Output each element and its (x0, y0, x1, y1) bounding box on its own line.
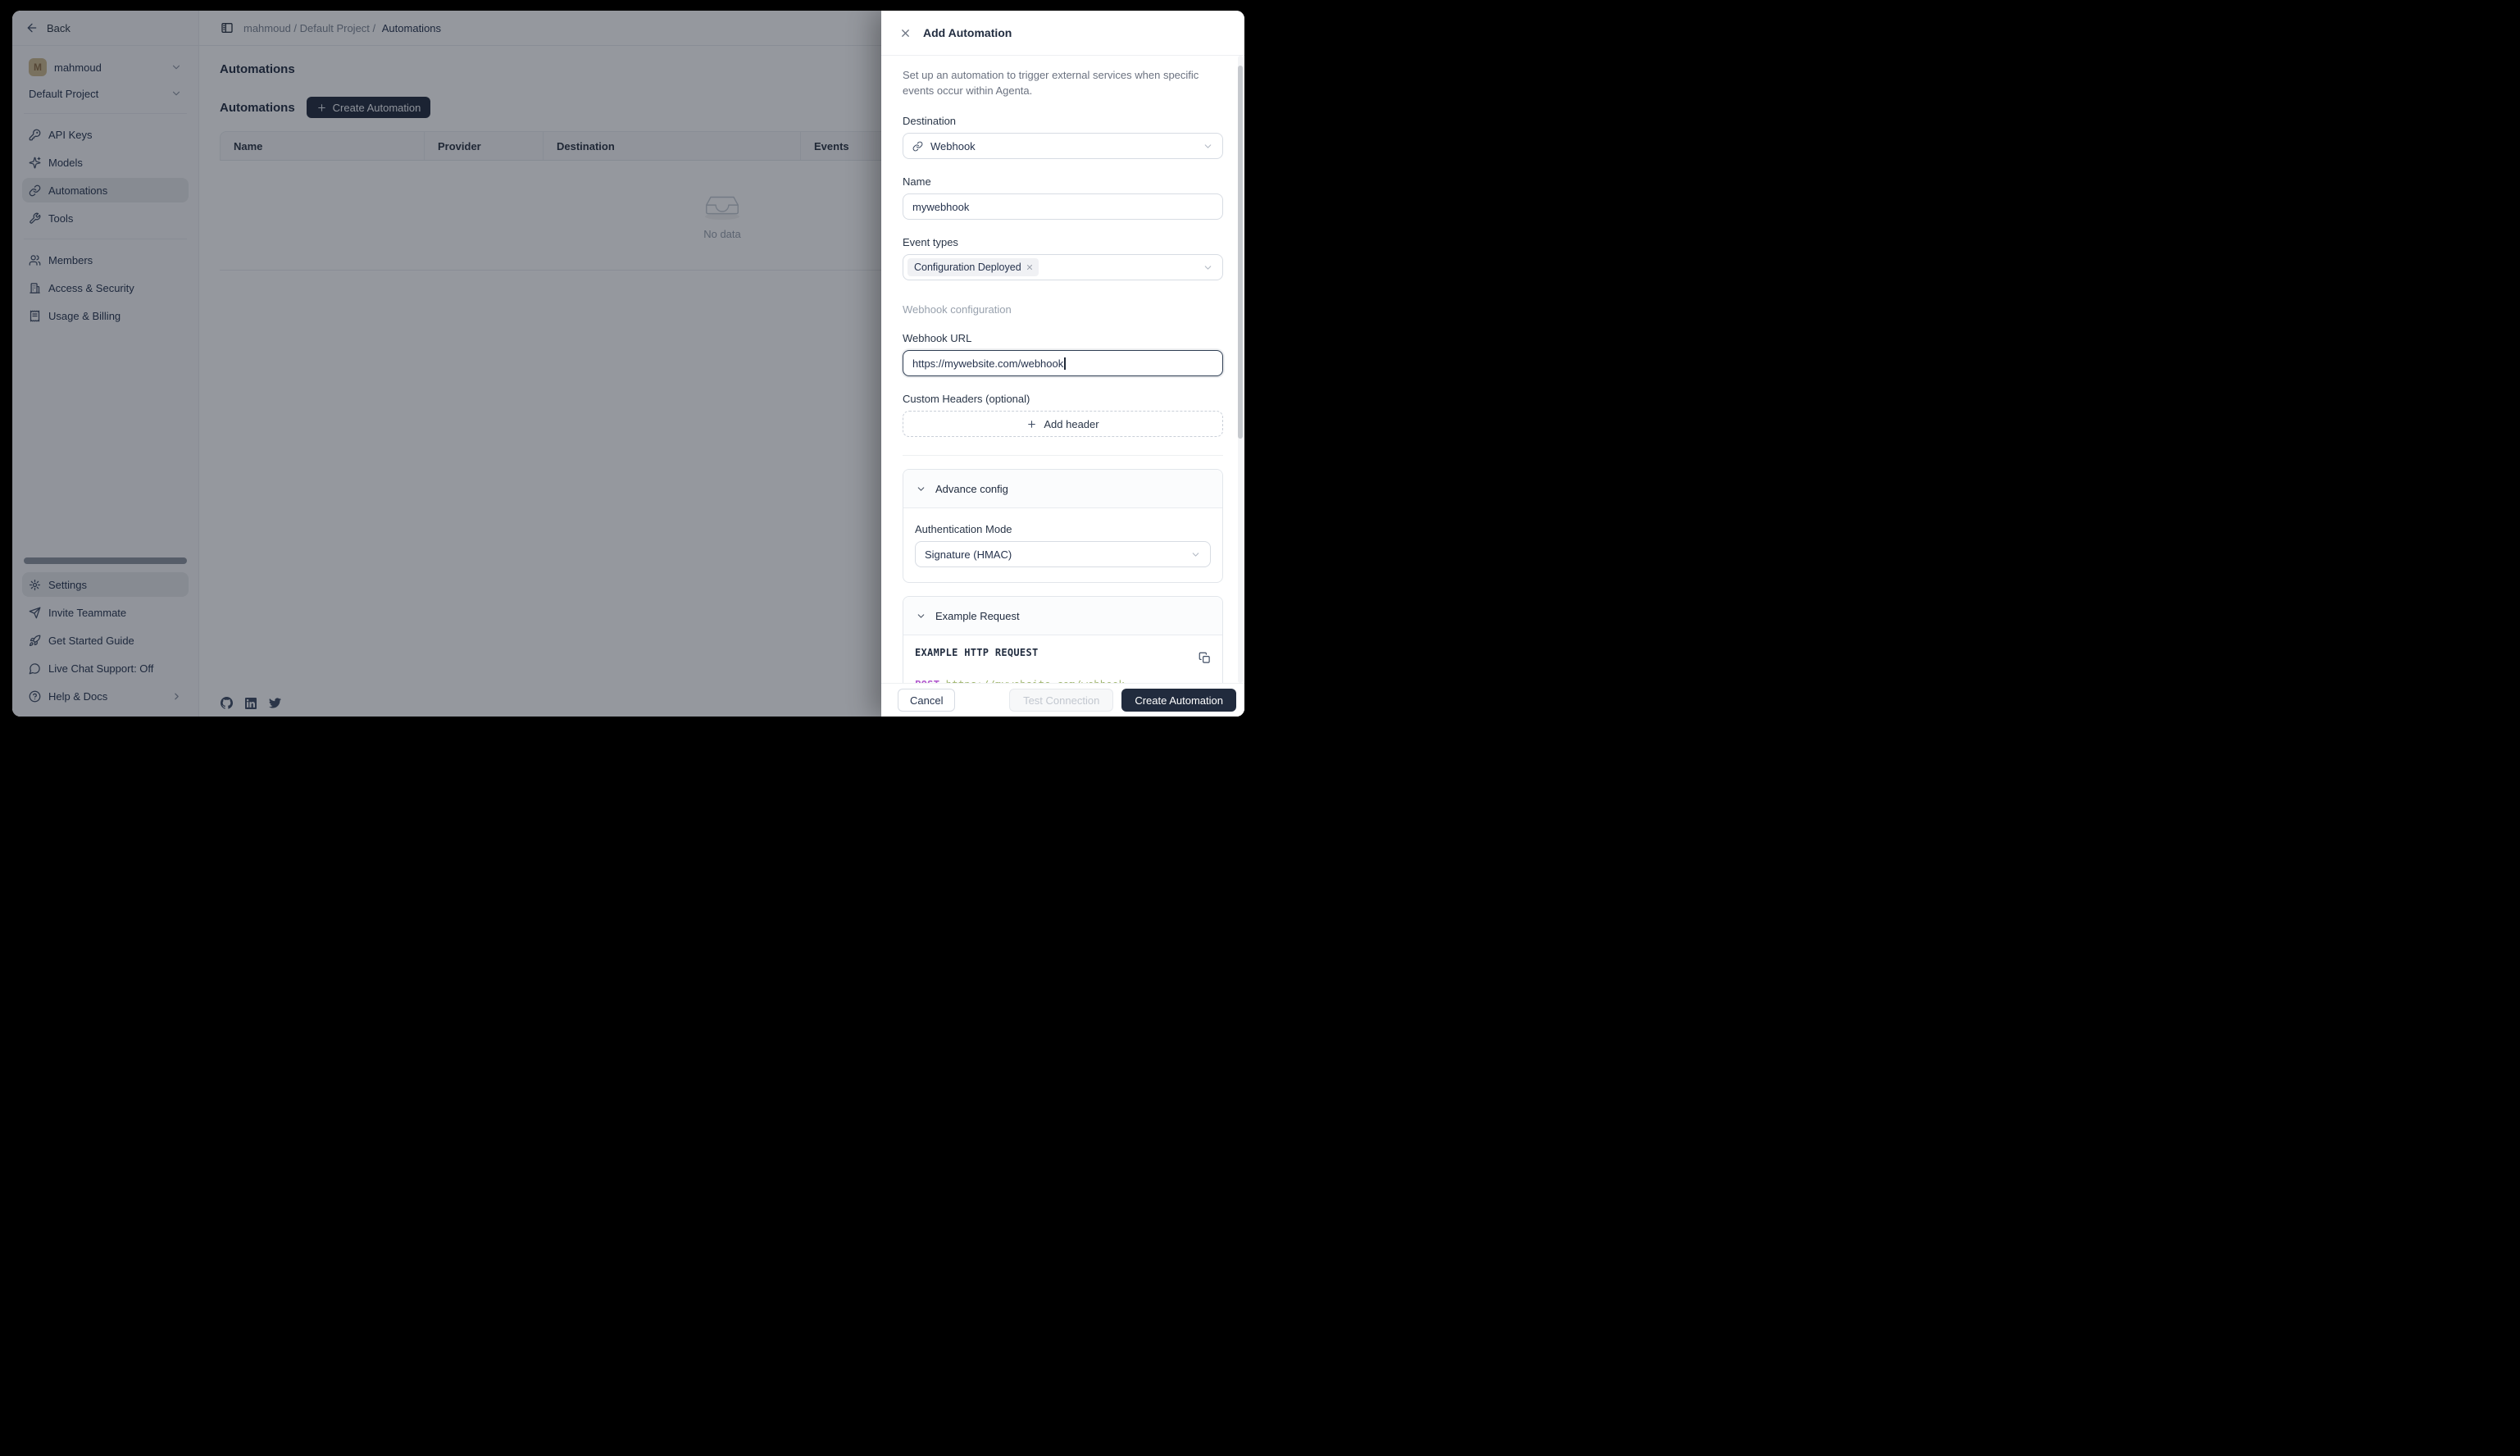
authentication-mode-value: Signature (HMAC) (925, 548, 1012, 561)
test-connection-button[interactable]: Test Connection (1009, 689, 1113, 712)
authentication-mode-label: Authentication Mode (915, 523, 1211, 535)
example-request-panel: Example Request EXAMPLE HTTP REQUEST POS… (903, 596, 1223, 683)
name-label: Name (903, 175, 1223, 188)
http-method: POST (915, 678, 939, 683)
event-type-tag: Configuration Deployed (907, 258, 1039, 276)
chevron-down-icon (1190, 549, 1201, 560)
advance-config-title: Advance config (935, 483, 1008, 495)
remove-tag-icon[interactable] (1026, 263, 1034, 271)
chevron-down-icon (916, 611, 926, 621)
advance-config-panel: Advance config Authentication Mode Signa… (903, 469, 1223, 583)
drawer-body: Set up an automation to trigger external… (881, 56, 1244, 683)
webhook-url-input[interactable]: https://mywebsite.com/webhook (903, 350, 1223, 376)
copy-icon[interactable] (1199, 652, 1211, 664)
authentication-mode-select[interactable]: Signature (HMAC) (915, 541, 1211, 567)
chevron-down-icon (1203, 262, 1213, 273)
add-header-button[interactable]: Add header (903, 411, 1223, 437)
destination-label: Destination (903, 115, 1223, 127)
example-request-header[interactable]: Example Request (903, 597, 1222, 635)
chevron-down-icon (916, 484, 926, 494)
link-icon (912, 141, 923, 152)
webhook-url-label: Webhook URL (903, 332, 1223, 344)
event-type-tag-label: Configuration Deployed (914, 262, 1021, 273)
example-http-request-caption: EXAMPLE HTTP REQUEST (915, 647, 1039, 658)
chevron-down-icon (1203, 141, 1213, 152)
example-request-title: Example Request (935, 610, 1020, 622)
drawer-header: Add Automation (881, 11, 1244, 56)
plus-icon (1026, 419, 1037, 430)
modal-dim-overlay (12, 11, 881, 717)
close-icon[interactable] (899, 27, 912, 39)
drawer-description: Set up an automation to trigger external… (903, 67, 1208, 98)
webhook-url-value: https://mywebsite.com/webhook (912, 357, 1063, 370)
drawer-title: Add Automation (923, 26, 1012, 39)
example-request-line: POST https://mywebsite.com/webhook (915, 678, 1211, 683)
name-input[interactable]: mywebhook (903, 193, 1223, 220)
cancel-button[interactable]: Cancel (898, 689, 955, 712)
webhook-configuration-title: Webhook configuration (903, 303, 1223, 316)
advance-config-header[interactable]: Advance config (903, 470, 1222, 508)
add-automation-drawer: Add Automation Set up an automation to t… (881, 11, 1244, 717)
app-window: Back M mahmoud Default Project (12, 11, 1244, 717)
drawer-scrollbar[interactable] (1238, 56, 1243, 683)
add-header-label: Add header (1044, 418, 1099, 430)
destination-select[interactable]: Webhook (903, 133, 1223, 159)
drawer-footer: Cancel Test Connection Create Automation (881, 683, 1244, 717)
custom-headers-label: Custom Headers (optional) (903, 393, 1223, 405)
destination-value: Webhook (930, 140, 976, 152)
event-types-select[interactable]: Configuration Deployed (903, 254, 1223, 280)
event-types-label: Event types (903, 236, 1223, 248)
name-value: mywebhook (912, 201, 969, 213)
divider (903, 455, 1223, 456)
create-automation-submit-button[interactable]: Create Automation (1121, 689, 1236, 712)
drawer-scrollbar-thumb[interactable] (1238, 66, 1243, 439)
text-cursor (1064, 357, 1066, 370)
http-url: https://mywebsite.com/webhook (946, 678, 1125, 683)
